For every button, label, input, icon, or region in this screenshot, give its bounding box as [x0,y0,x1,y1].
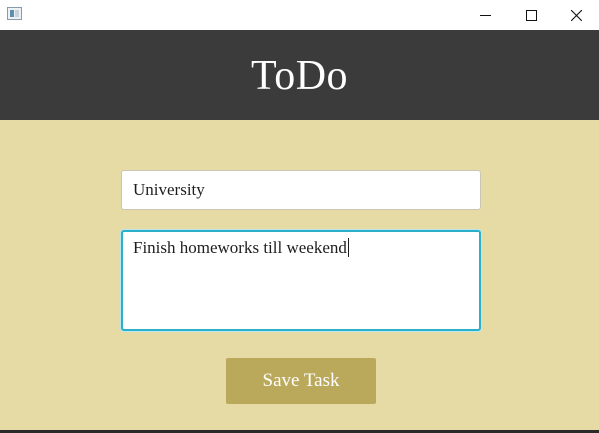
task-form: University Finish homeworks till weekend… [0,120,599,430]
app-header: ToDo [0,30,599,120]
minimize-icon [479,10,491,21]
title-bar[interactable] [0,0,599,30]
task-description-value: Finish homeworks till weekend [133,238,347,257]
text-caret [347,238,349,257]
app-icon [7,7,22,20]
page-title: ToDo [250,53,349,99]
close-icon [570,9,582,21]
app-window: ToDo University Finish homeworks till we… [0,0,599,433]
task-description-textarea[interactable]: Finish homeworks till weekend [121,230,481,331]
task-title-input[interactable]: University [121,170,481,210]
minimize-button[interactable] [462,0,508,30]
save-task-button[interactable]: Save Task [226,358,376,404]
maximize-button[interactable] [508,0,554,30]
close-button[interactable] [553,0,599,30]
maximize-icon [525,9,537,21]
task-title-value: University [133,180,205,199]
